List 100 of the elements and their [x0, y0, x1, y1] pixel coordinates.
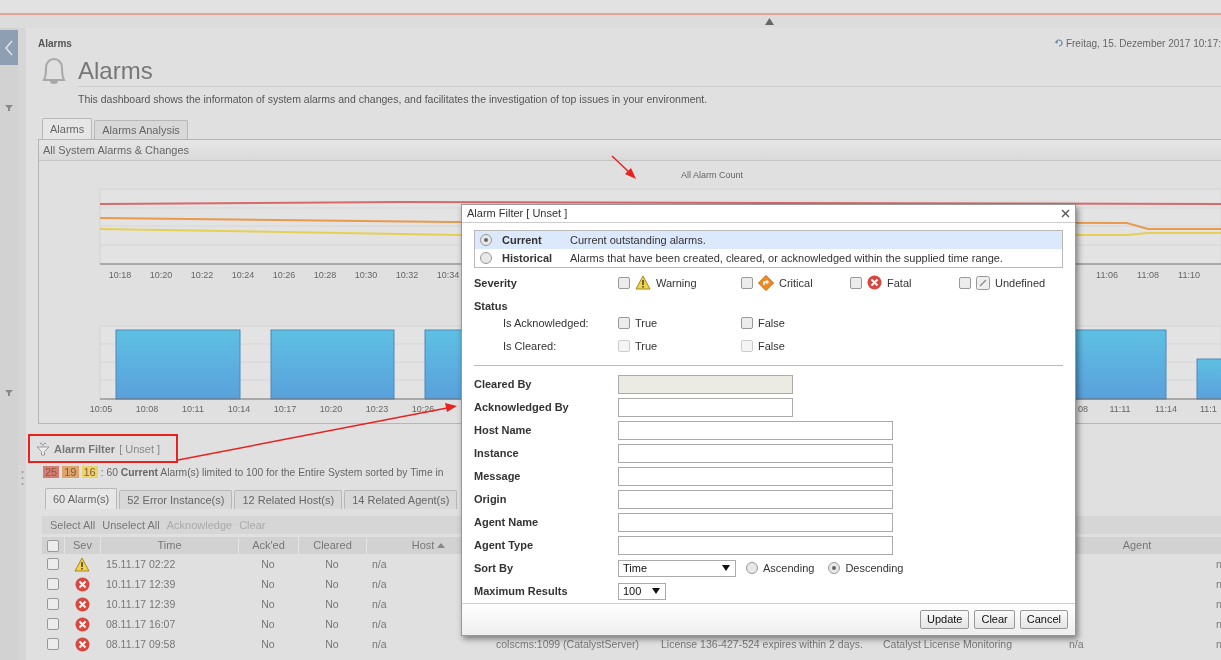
axis-label: 11:06	[1096, 270, 1118, 280]
axis-label: 10:11	[182, 404, 204, 414]
input-field[interactable]	[618, 512, 893, 532]
checkbox[interactable]	[47, 638, 59, 650]
table-cell: No	[261, 598, 275, 610]
dropdown[interactable]: 100	[618, 582, 666, 600]
radio-button[interactable]	[746, 562, 758, 575]
toolbar-button[interactable]: Unselect All	[100, 519, 162, 531]
checkbox[interactable]	[741, 276, 753, 289]
input-field[interactable]	[618, 535, 893, 555]
checkbox[interactable]	[47, 539, 59, 552]
checkbox[interactable]	[47, 618, 59, 630]
filter-icon[interactable]	[5, 390, 13, 396]
input-field[interactable]	[618, 466, 893, 486]
axis-label: 10:24	[231, 270, 255, 280]
checkbox[interactable]	[47, 578, 59, 590]
table-cell: No	[261, 558, 275, 570]
tab[interactable]: 60 Alarm(s)	[45, 488, 118, 509]
checkbox-label: Undefined	[995, 276, 1046, 289]
table-cell: No	[261, 578, 275, 590]
column-header[interactable]: Time	[100, 537, 238, 554]
tab[interactable]: Alarms Analysis	[94, 120, 188, 139]
checkbox[interactable]	[47, 598, 59, 610]
input-field[interactable]	[618, 489, 893, 509]
checkbox-label: False	[758, 317, 785, 330]
filter-icon[interactable]	[5, 105, 13, 111]
mode-option[interactable]: Current Current outstanding alarms.	[475, 230, 1062, 249]
table-cell: No	[325, 578, 339, 590]
axis-label: 08	[1078, 404, 1088, 414]
timestamp: Freitag, 15. Dezember 2017 10:17:	[1065, 37, 1221, 49]
checkbox-label: Warning	[656, 276, 697, 289]
tab[interactable]: 12 Related Host(s)	[234, 490, 343, 509]
radio-button[interactable]	[480, 233, 492, 246]
axis-label: 11:10	[1178, 270, 1200, 280]
filter-icon[interactable]	[36, 441, 50, 456]
dropdown[interactable]: Time	[618, 559, 736, 577]
input-field[interactable]	[618, 397, 793, 417]
table-cell: 10.11.17 12:39	[106, 598, 176, 610]
chart-bar	[1196, 358, 1221, 400]
checkbox-label: Critical	[779, 276, 813, 289]
caret-icon	[652, 588, 660, 595]
table-cell: Catalyst License Monitoring	[883, 638, 1012, 650]
refresh-icon[interactable]	[1054, 39, 1063, 47]
toolbar-button[interactable]: Select All	[48, 519, 98, 531]
axis-label: 10:08	[135, 404, 159, 414]
axis-label: 10:05	[89, 404, 113, 414]
summary-text: : 60 Current Alarm(s) limited to 100 for the Entire System sorted by Time in	[100, 466, 444, 478]
arrow	[611, 155, 636, 179]
table-cell: No	[325, 598, 339, 610]
checkbox-label: Fatal	[887, 276, 912, 289]
column-header[interactable]: Ack'ed	[238, 537, 298, 554]
table-cell: No	[325, 558, 339, 570]
tab[interactable]: 52 Error Instance(s)	[119, 490, 233, 509]
field-label: Acknowledged By	[474, 401, 570, 414]
checkbox[interactable]	[618, 317, 630, 330]
checkbox[interactable]	[47, 558, 59, 570]
panel-header: All System Alarms & Changes	[39, 140, 1221, 161]
checkbox-label: True	[635, 317, 658, 330]
filter-title[interactable]: Alarm Filter	[54, 442, 116, 455]
axis-label: 10:20	[319, 404, 343, 414]
table-cell: n	[1216, 578, 1221, 590]
column-header[interactable]: Sev	[64, 537, 100, 554]
dialog-button[interactable]: Clear	[974, 609, 1015, 629]
option-description: Alarms that have been created, cleared, or acknowledged within the supplied time range.	[570, 251, 1003, 264]
table-cell: n/a	[372, 558, 387, 570]
checkbox-label: True	[635, 340, 658, 353]
axis-label: 10:34	[436, 270, 460, 280]
dialog-button[interactable]: Update	[919, 609, 970, 629]
field-label: Is Acknowledged:	[502, 317, 590, 330]
field-label: Maximum Results	[474, 585, 569, 598]
table-cell: 10.11.17 12:39	[106, 578, 176, 590]
axis-label: 10:14	[227, 404, 251, 414]
count-badge: 19	[62, 466, 79, 478]
input-field[interactable]	[618, 443, 893, 463]
field-label: Is Cleared:	[502, 340, 558, 353]
tab[interactable]: Alarms	[42, 118, 93, 139]
input-field[interactable]	[618, 420, 893, 440]
sidebar-toggle[interactable]	[0, 30, 18, 65]
close-icon[interactable]	[1061, 208, 1070, 218]
axis-label: 11:11	[1109, 404, 1131, 414]
checkbox[interactable]	[959, 276, 971, 289]
radio-button[interactable]	[828, 562, 841, 575]
checkbox-label: False	[758, 340, 785, 353]
axis-label: 10:20	[149, 270, 173, 280]
collapse-icon[interactable]	[765, 18, 774, 25]
tab[interactable]: 14 Related Agent(s)	[344, 490, 458, 509]
chevron-left-icon	[4, 38, 14, 57]
radio-button[interactable]	[480, 251, 492, 264]
checkbox[interactable]	[850, 276, 862, 289]
checkbox[interactable]	[618, 276, 630, 289]
grip-icon[interactable]	[21, 470, 24, 486]
table-cell: n/a	[372, 578, 387, 590]
axis-label: 10:18	[108, 270, 132, 280]
column-header[interactable]: Cleared	[298, 537, 366, 554]
axis-label: 10:23	[365, 404, 389, 414]
dialog-button[interactable]: Cancel	[1019, 609, 1068, 629]
checkbox[interactable]	[741, 317, 753, 330]
page-title: Alarms	[78, 55, 1221, 87]
dialog-title: Alarm Filter [ Unset ]	[467, 207, 568, 220]
mode-option[interactable]: Historical Alarms that have been created, cleared, or acknowledged within the supplied time range.	[475, 248, 1062, 267]
